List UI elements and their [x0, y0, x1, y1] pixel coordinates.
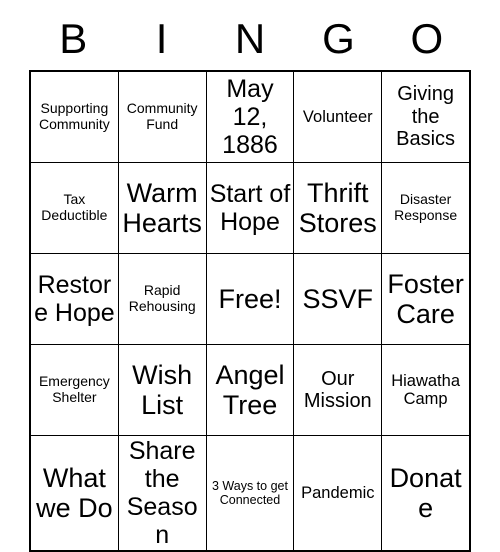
bingo-row: Emergency Shelter Wish List Angel Tree O… [29, 344, 471, 436]
bingo-card: B I N G O Supporting Community Community… [29, 8, 471, 552]
bingo-cell-label: Start of Hope [209, 180, 291, 236]
bingo-header-letter-i: I [155, 15, 168, 62]
bingo-cell[interactable]: Donate [381, 435, 471, 552]
bingo-header-row: B I N G O [29, 8, 471, 70]
bingo-cell[interactable]: Restore Hope [29, 253, 119, 345]
bingo-cell[interactable]: Community Fund [117, 70, 207, 163]
bingo-cell-label: Wish List [132, 359, 193, 420]
bingo-header-letter-g: G [322, 15, 355, 62]
bingo-cell-label: Pandemic [301, 483, 375, 502]
bingo-cell[interactable]: Start of Hope [205, 162, 295, 254]
bingo-cell-label: Tax Deductible [41, 191, 108, 223]
bingo-cell[interactable]: 3 Ways to get Connected [205, 435, 295, 552]
bingo-row: Supporting Community Community Fund May … [29, 70, 471, 163]
bingo-cell[interactable]: What we Do [29, 435, 119, 552]
bingo-cell[interactable]: Thrift Stores [293, 162, 383, 254]
bingo-cell[interactable]: SSVF [293, 253, 383, 345]
bingo-cell-label: Warm Hearts [122, 177, 202, 238]
bingo-header-letter-b: B [59, 15, 88, 62]
bingo-cell[interactable]: Emergency Shelter [29, 344, 119, 436]
bingo-cell[interactable]: Hiawatha Camp [381, 344, 471, 436]
bingo-cell-label: Share the Season [126, 437, 198, 549]
bingo-header-letter-n: N [234, 15, 266, 62]
bingo-cell-label: Emergency Shelter [38, 373, 110, 405]
bingo-cell-label: Volunteer [302, 107, 373, 126]
bingo-cell[interactable]: Share the Season [117, 435, 207, 552]
bingo-cell-label: Hiawatha Camp [391, 371, 460, 408]
bingo-cell-label: Angel Tree [215, 359, 285, 420]
bingo-cell-label: SSVF [302, 283, 374, 314]
bingo-cell[interactable]: Our Mission [293, 344, 383, 436]
bingo-cell-label: Giving the Basics [396, 83, 456, 151]
bingo-cell[interactable]: Giving the Basics [381, 70, 471, 163]
bingo-cell[interactable]: Supporting Community [29, 70, 119, 163]
bingo-cell[interactable]: Warm Hearts [117, 162, 207, 254]
bingo-cell-label: Foster Care [387, 268, 464, 329]
bingo-cell[interactable]: Wish List [117, 344, 207, 436]
bingo-cell[interactable]: Rapid Rehousing [117, 253, 207, 345]
bingo-cell[interactable]: Foster Care [381, 253, 471, 345]
bingo-header-letter-o: O [410, 15, 444, 62]
bingo-cell-free[interactable]: Free! [205, 253, 295, 345]
bingo-cell-label: Supporting Community [38, 100, 110, 132]
bingo-cell-label: Free! [218, 283, 282, 314]
bingo-cell-label: Disaster Response [394, 191, 458, 223]
bingo-cell-label: 3 Ways to get Connected [212, 479, 288, 507]
bingo-cell[interactable]: Pandemic [293, 435, 383, 552]
bingo-cell-label: Donate [389, 462, 462, 523]
bingo-cell[interactable]: Angel Tree [205, 344, 295, 436]
bingo-cell-label: Community Fund [126, 100, 198, 132]
bingo-cell-label: Rapid Rehousing [128, 282, 196, 314]
bingo-cell[interactable]: Tax Deductible [29, 162, 119, 254]
bingo-cell[interactable]: Volunteer [293, 70, 383, 163]
bingo-cell-label: Thrift Stores [298, 177, 377, 238]
bingo-cell[interactable]: May 12, 1886 [205, 70, 295, 163]
bingo-row: Tax Deductible Warm Hearts Start of Hope… [29, 162, 471, 254]
bingo-cell-label: Our Mission [303, 367, 372, 412]
bingo-cell-label: What we Do [36, 462, 113, 523]
bingo-cell-label: Restore Hope [34, 271, 115, 327]
bingo-row: Restore Hope Rapid Rehousing Free! SSVF … [29, 253, 471, 345]
bingo-cell-label: May 12, 1886 [222, 75, 278, 159]
bingo-grid: Supporting Community Community Fund May … [29, 70, 471, 552]
bingo-cell[interactable]: Disaster Response [381, 162, 471, 254]
bingo-row: What we Do Share the Season 3 Ways to ge… [29, 435, 471, 552]
